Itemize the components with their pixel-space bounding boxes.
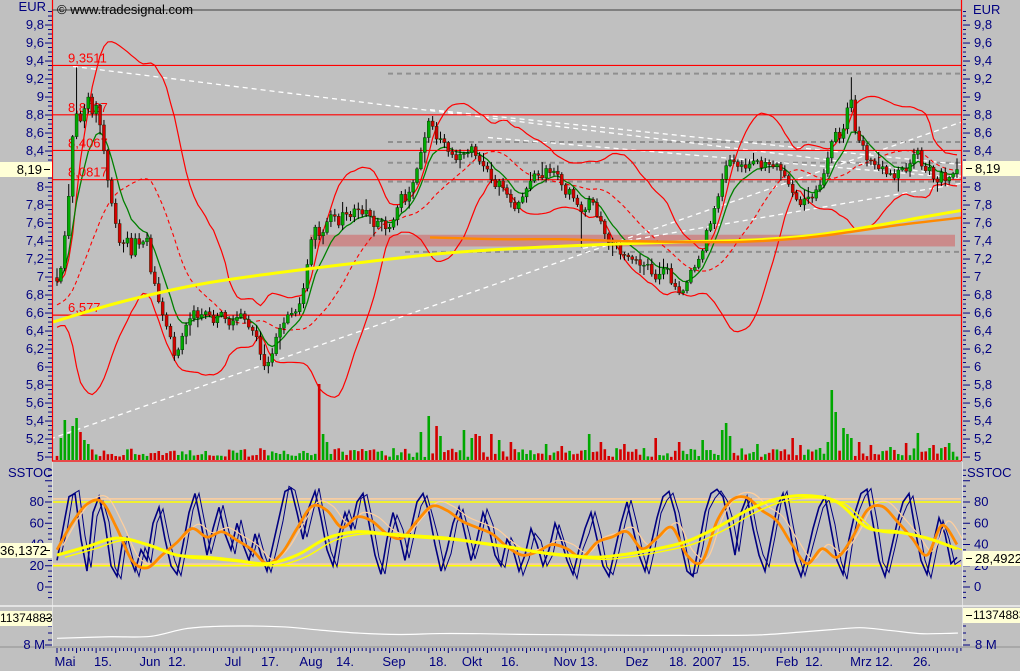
price-tick-label-right: 9,4 — [974, 53, 992, 68]
chart-canvas[interactable]: 9,8 9,8 9,6 9,6 9,4 9,4 9,2 9,2 9 9 8,8 8,8 8,6 8,6 8,… — [0, 0, 1020, 671]
x-axis-label: Jul — [225, 654, 242, 669]
x-axis-label: 26. — [913, 654, 931, 669]
x-axis-label: Feb — [776, 654, 798, 669]
x-axis-label: Nov — [553, 654, 577, 669]
tradesignal-chart-window: 9,8 9,8 9,6 9,6 9,4 9,4 9,2 9,2 9 9 8,8 8,8 8,6 8,6 8,… — [0, 0, 1020, 671]
x-axis-label: Okt — [462, 654, 483, 669]
price-tick-label-left: 7,2 — [26, 251, 44, 266]
stoch-value-box-left: 36,1372 — [0, 543, 52, 558]
price-tick-label-right: 8,6 — [974, 125, 992, 140]
window-background — [0, 0, 1020, 671]
price-tick-label-right: 5,8 — [974, 377, 992, 392]
last-price-box-left: 8,19 — [0, 162, 52, 177]
x-axis-label: 13. — [580, 654, 598, 669]
left-axis-currency-label: EUR — [18, 0, 46, 14]
price-tick-label-right: 7,6 — [974, 215, 992, 230]
volume-value-box-left: 11374883 — [0, 611, 52, 626]
x-axis-label: 15. — [732, 654, 750, 669]
price-tick-label-right: 9,8 — [974, 17, 992, 32]
price-tick-label-right: 8 — [974, 179, 981, 194]
price-tick-label-left: 5 — [37, 449, 44, 464]
price-tick-label-right: 5,2 — [974, 431, 992, 446]
stoch-panel-label-right: SSTOC — [967, 465, 1012, 480]
stoch-tick-label-left: 60 — [30, 515, 44, 530]
price-tick-label-left: 9,2 — [26, 71, 44, 86]
price-tick-label-left: 7 — [37, 269, 44, 284]
x-axis-label: Mai — [55, 654, 76, 669]
price-level-label: 9,3511 — [68, 50, 107, 65]
x-axis-label: 18. — [669, 654, 687, 669]
x-axis-label: 14. — [336, 654, 354, 669]
price-tick-label-left: 6,6 — [26, 305, 44, 320]
price-tick-label-left: 6,8 — [26, 287, 44, 302]
price-tick-label-left: 7,8 — [26, 197, 44, 212]
price-tick-label-left: 8 — [37, 179, 44, 194]
right-axis-currency-label: EUR — [973, 2, 1001, 17]
price-tick-label-right: 8,8 — [974, 107, 992, 122]
x-axis-label: Dez — [625, 654, 648, 669]
price-tick-label-right: 9,2 — [974, 71, 992, 86]
price-tick-label-left: 9,6 — [26, 35, 44, 50]
price-tick-label-right: 7,2 — [974, 251, 992, 266]
last-price-box-right: 8,19 — [963, 161, 1020, 176]
price-tick-label-left: 8,4 — [26, 143, 44, 158]
x-axis-label: Aug — [299, 654, 322, 669]
price-tick-label-left: 5,2 — [26, 431, 44, 446]
price-tick-label-right: 7 — [974, 269, 981, 284]
price-tick-label-left: 9,8 — [26, 17, 44, 32]
price-tick-label-right: 5,6 — [974, 395, 992, 410]
price-tick-label-right: 5 — [974, 449, 981, 464]
price-tick-label-left: 9 — [37, 89, 44, 104]
stoch-tick-label-left: 0 — [37, 579, 44, 594]
x-axis-label: Sep — [382, 654, 405, 669]
x-axis-label: 12. — [168, 654, 186, 669]
x-axis-label: 12. — [805, 654, 823, 669]
x-axis-label: Mrz — [850, 654, 872, 669]
price-tick-label-right: 9,6 — [974, 35, 992, 50]
x-axis-label: 18. — [429, 654, 447, 669]
price-tick-label-right: 7,8 — [974, 197, 992, 212]
x-axis-label: 15. — [94, 654, 112, 669]
x-axis-label: 16. — [501, 654, 519, 669]
stoch-tick-label-left: 20 — [30, 558, 44, 573]
stoch-panel-label-left: SSTOC — [8, 465, 53, 480]
price-tick-label-left: 9,4 — [26, 53, 44, 68]
price-tick-label-left: 8,8 — [26, 107, 44, 122]
price-tick-label-right: 9 — [974, 89, 981, 104]
price-tick-label-right: 6,2 — [974, 341, 992, 356]
stoch-value-box-right: 28,4922 — [963, 551, 1020, 566]
copyright-watermark: © www.tradesignal.com — [57, 2, 194, 17]
stoch-tick-label-right: 80 — [974, 494, 988, 509]
price-tick-label-left: 8,6 — [26, 125, 44, 140]
stoch-tick-label-right: 60 — [974, 515, 988, 530]
x-axis-label: Jun — [140, 654, 161, 669]
price-tick-label-right: 6 — [974, 359, 981, 374]
price-tick-label-left: 6 — [37, 359, 44, 374]
price-tick-label-left: 5,8 — [26, 377, 44, 392]
price-tick-label-left: 6,4 — [26, 323, 44, 338]
volume-axis-tick-left: 8 M — [23, 637, 45, 652]
stoch-tick-label-left: 80 — [30, 494, 44, 509]
volume-value-box-right: 11374883 — [963, 608, 1020, 623]
price-tick-label-left: 6,2 — [26, 341, 44, 356]
price-tick-label-right: 7,4 — [974, 233, 992, 248]
x-axis-label: 12. — [875, 654, 893, 669]
price-tick-label-left: 5,6 — [26, 395, 44, 410]
x-axis-label: 2007 — [693, 654, 722, 669]
price-tick-label-left: 7,6 — [26, 215, 44, 230]
price-tick-label-right: 6,8 — [974, 287, 992, 302]
price-tick-label-right: 8,4 — [974, 143, 992, 158]
stoch-tick-label-right: 40 — [974, 537, 988, 552]
price-tick-label-left: 5,4 — [26, 413, 44, 428]
price-tick-label-right: 6,6 — [974, 305, 992, 320]
volume-axis-tick-right: 8 M — [975, 637, 997, 652]
x-axis-label: 17. — [261, 654, 279, 669]
price-tick-label-right: 6,4 — [974, 323, 992, 338]
price-tick-label-left: 7,4 — [26, 233, 44, 248]
stoch-tick-label-right: 0 — [974, 579, 981, 594]
price-tick-label-right: 5,4 — [974, 413, 992, 428]
